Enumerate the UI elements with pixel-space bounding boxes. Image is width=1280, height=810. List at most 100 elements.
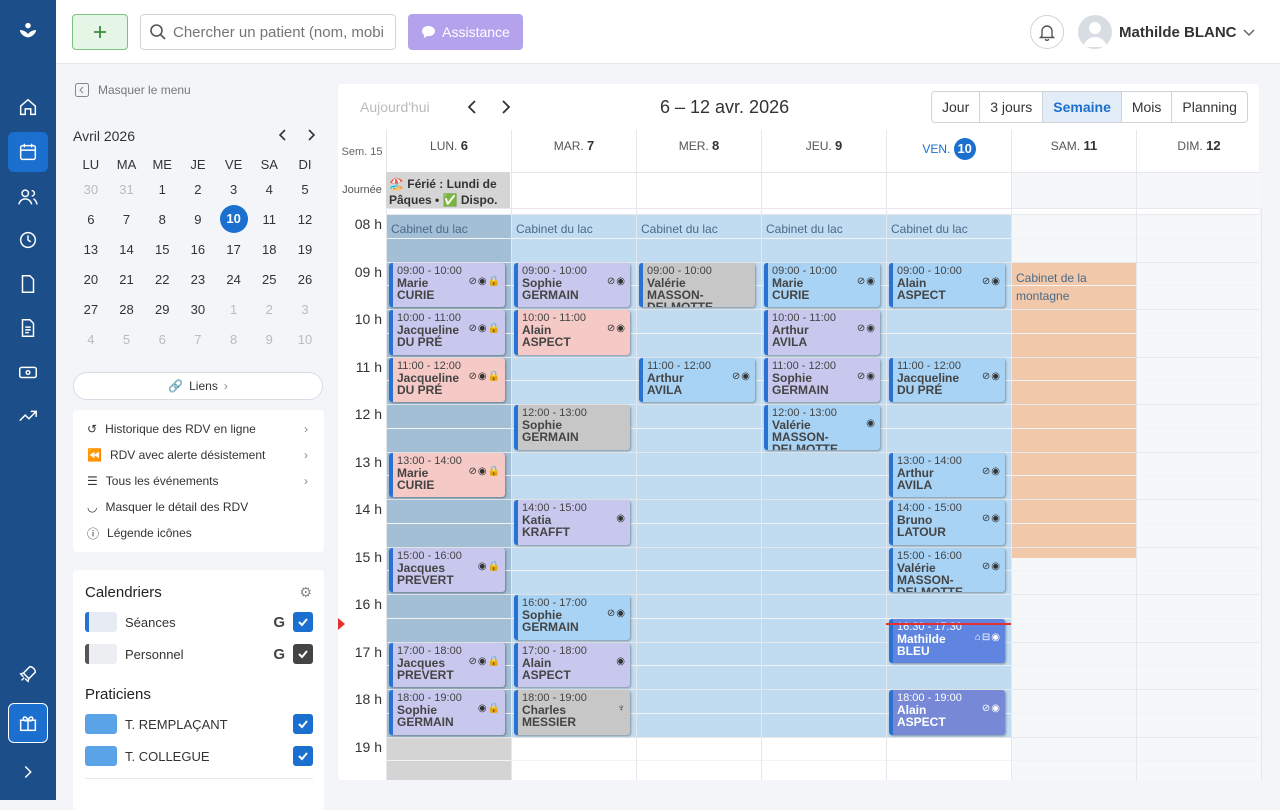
praticien-checkbox[interactable] <box>293 746 313 766</box>
appointment-card[interactable]: 14:00 - 15:00 Katia KRAFFT ◉ <box>514 500 630 545</box>
menu-item-all-events[interactable]: ☰ Tous les événements › <box>73 468 324 494</box>
add-button[interactable] <box>72 14 128 50</box>
today-button[interactable]: Aujourd'hui <box>360 99 430 115</box>
allday-cell[interactable] <box>886 172 1011 208</box>
praticien-row[interactable]: T. COLLEGUE <box>85 744 313 768</box>
allday-cell[interactable] <box>761 172 886 208</box>
day-header[interactable]: VEN. 10 <box>886 130 1011 172</box>
view-planning[interactable]: Planning <box>1171 92 1247 122</box>
links-button[interactable]: 🔗 Liens › <box>73 372 323 400</box>
appointment-card[interactable]: 12:00 - 13:00 Valérie MASSON-DELMOTTE ◉ <box>764 405 880 450</box>
appointment-card[interactable]: 09:00 - 10:00 Marie CURIE ⊘◉🔒 <box>389 262 505 307</box>
mini-day[interactable]: 28 <box>109 302 145 317</box>
next-week-icon[interactable] <box>496 98 514 116</box>
mini-day[interactable]: 12 <box>287 212 323 227</box>
mini-day[interactable]: 9 <box>180 212 216 227</box>
mini-day[interactable]: 6 <box>144 332 180 347</box>
appointment-card[interactable]: 09:00 - 10:00 Sophie GERMAIN ⊘◉ <box>514 262 630 307</box>
mini-day[interactable]: 30 <box>73 182 109 197</box>
invoice-icon[interactable] <box>8 308 48 348</box>
view-3days[interactable]: 3 jours <box>979 92 1042 122</box>
prev-month-icon[interactable] <box>276 128 290 142</box>
appointment-card[interactable]: 17:00 - 18:00 Jacques PREVERT ⊘◉🔒 <box>389 642 505 687</box>
appointment-card[interactable]: 18:00 - 19:00 Charles MESSIER ♆ <box>514 690 630 735</box>
view-week[interactable]: Semaine <box>1042 92 1121 122</box>
calendar-icon[interactable] <box>8 132 48 172</box>
appointment-card[interactable]: 10:00 - 11:00 Jacqueline DU PRÉ ⊘◉🔒 <box>389 310 505 355</box>
praticien-row[interactable]: T. REMPLAÇANT <box>85 712 313 736</box>
expand-rail-icon[interactable] <box>8 752 48 792</box>
mini-day[interactable]: 3 <box>216 182 252 197</box>
holiday-banner[interactable]: 🏖️ Férié : Lundi de Pâques • ✅ Dispo. <box>386 172 510 208</box>
allday-cell[interactable] <box>1011 172 1136 208</box>
mini-day[interactable]: 4 <box>251 182 287 197</box>
appointment-card[interactable]: 16:30 - 17:30 Mathilde BLEU ⌂⊟◉ <box>889 618 1005 664</box>
history-icon[interactable] <box>8 220 48 260</box>
rocket-icon[interactable] <box>8 654 48 694</box>
day-header[interactable]: SAM. 11 <box>1011 130 1136 172</box>
praticien-checkbox[interactable] <box>293 714 313 734</box>
appointment-card[interactable]: 14:00 - 15:00 Bruno LATOUR ⊘◉ <box>889 500 1005 545</box>
mini-day[interactable]: 1 <box>216 302 252 317</box>
mini-day[interactable]: 31 <box>109 182 145 197</box>
home-icon[interactable] <box>8 87 48 127</box>
appointment-card[interactable]: 09:00 - 10:00 Valérie MASSON-DELMOTTE <box>639 262 755 307</box>
appointment-card[interactable]: 10:00 - 11:00 Arthur AVILA ⊘◉ <box>764 310 880 355</box>
mini-day[interactable]: 10 <box>287 332 323 347</box>
mini-day[interactable]: 2 <box>180 182 216 197</box>
mini-day[interactable]: 26 <box>287 272 323 287</box>
payment-icon[interactable] <box>8 352 48 392</box>
user-name[interactable]: Mathilde BLANC <box>1119 24 1237 41</box>
day-header[interactable]: MAR. 7 <box>511 130 636 172</box>
mini-day[interactable]: 7 <box>109 212 145 227</box>
mini-day[interactable]: 8 <box>216 332 252 347</box>
document-icon[interactable] <box>8 264 48 304</box>
appointment-card[interactable]: 13:00 - 14:00 Arthur AVILA ⊘◉ <box>889 452 1005 497</box>
mini-day-today[interactable]: 10 <box>216 205 252 233</box>
mini-day[interactable]: 21 <box>109 272 145 287</box>
day-header[interactable]: MER. 8 <box>636 130 761 172</box>
appointment-card[interactable]: 09:00 - 10:00 Alain ASPECT ⊘◉ <box>889 262 1005 307</box>
notifications-button[interactable] <box>1030 15 1064 49</box>
appointment-card[interactable]: 11:00 - 12:00 Arthur AVILA ⊘◉ <box>639 357 755 402</box>
mini-day[interactable]: 2 <box>251 302 287 317</box>
appointment-card[interactable]: 11:00 - 12:00 Sophie GERMAIN ⊘◉ <box>764 357 880 402</box>
menu-item-legend[interactable]: ⓘ Légende icônes <box>73 520 324 546</box>
search-input[interactable] <box>173 23 383 41</box>
appointment-card[interactable]: 18:00 - 19:00 Sophie GERMAIN ◉🔒 <box>389 690 505 735</box>
mini-day[interactable]: 5 <box>109 332 145 347</box>
appointment-card[interactable]: 13:00 - 14:00 Marie CURIE ⊘◉🔒 <box>389 452 505 497</box>
appointment-card[interactable]: 11:00 - 12:00 Jacqueline DU PRÉ ⊘◉ <box>889 357 1005 402</box>
appointment-card[interactable]: 12:00 - 13:00 Sophie GERMAIN <box>514 405 630 450</box>
mini-day[interactable]: 8 <box>144 212 180 227</box>
allday-cell[interactable] <box>1136 172 1261 208</box>
menu-item-history[interactable]: ↺ Historique des RDV en ligne › <box>73 416 324 442</box>
day-header[interactable]: JEU. 9 <box>761 130 886 172</box>
gear-icon[interactable]: ⚙ <box>299 584 312 601</box>
mini-day[interactable]: 16 <box>180 242 216 257</box>
mini-day[interactable]: 13 <box>73 242 109 257</box>
calendar-checkbox[interactable] <box>293 612 313 632</box>
mini-day[interactable]: 17 <box>216 242 252 257</box>
mini-day[interactable]: 20 <box>73 272 109 287</box>
view-day[interactable]: Jour <box>932 92 979 122</box>
mini-day[interactable]: 9 <box>251 332 287 347</box>
logo-icon[interactable] <box>8 12 48 52</box>
mini-day[interactable]: 24 <box>216 272 252 287</box>
prev-week-icon[interactable] <box>464 98 482 116</box>
calendar-row-personnel[interactable]: Personnel G <box>85 642 313 666</box>
appointment-card[interactable]: 17:00 - 18:00 Alain ASPECT ◉ <box>514 642 630 687</box>
mini-day[interactable]: 6 <box>73 212 109 227</box>
view-month[interactable]: Mois <box>1120 92 1172 122</box>
mini-day[interactable]: 1 <box>144 182 180 197</box>
chevron-down-icon[interactable] <box>1242 25 1256 39</box>
mini-day[interactable]: 14 <box>109 242 145 257</box>
appointment-card[interactable]: 16:00 - 17:00 Sophie GERMAIN ⊘◉ <box>514 595 630 640</box>
mini-day[interactable]: 11 <box>251 212 287 227</box>
appointment-card[interactable]: 15:00 - 16:00 Jacques PREVERT ◉🔒 <box>389 547 505 592</box>
hide-menu-button[interactable]: Masquer le menu <box>74 82 191 98</box>
mini-day[interactable]: 29 <box>144 302 180 317</box>
mini-day[interactable]: 4 <box>73 332 109 347</box>
day-header[interactable]: DIM. 12 <box>1136 130 1261 172</box>
allday-cell[interactable] <box>636 172 761 208</box>
